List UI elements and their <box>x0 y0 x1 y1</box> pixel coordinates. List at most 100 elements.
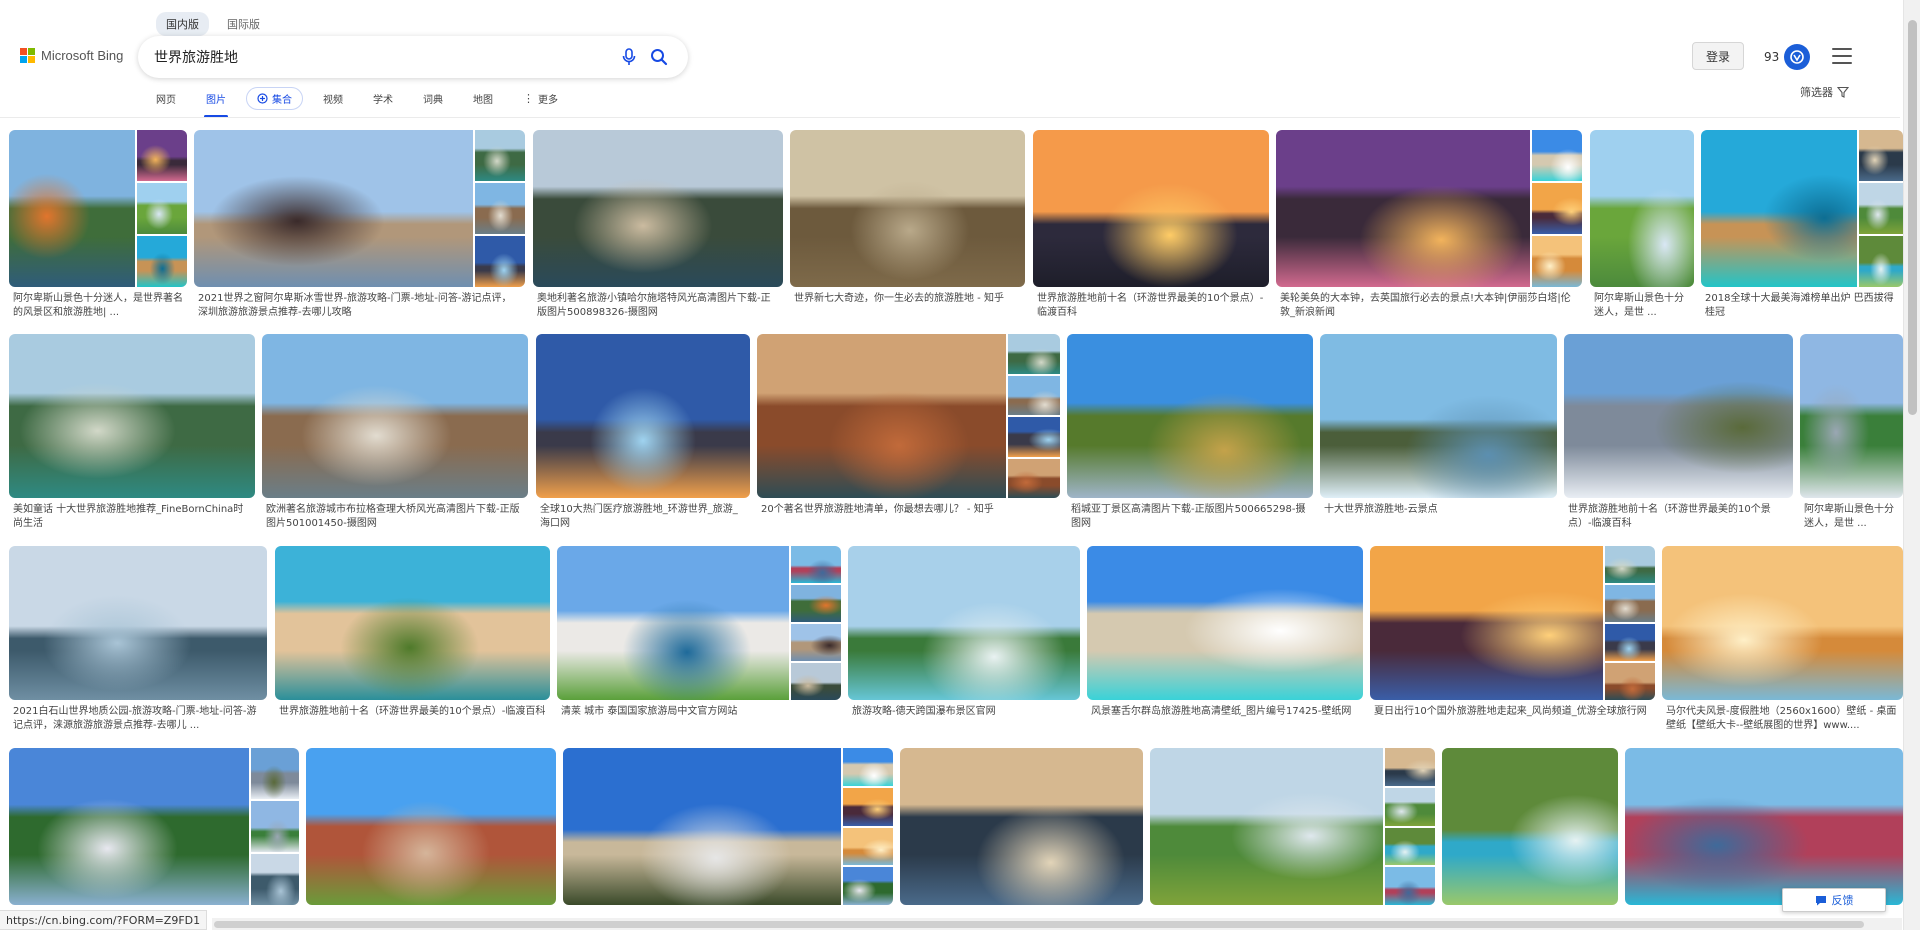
image-result[interactable]: 2021白石山世界地质公园-旅游攻略-门票-地址-问答-游记点评，涞源旅游旅游景… <box>9 546 267 734</box>
image-result[interactable] <box>563 748 893 930</box>
image-result[interactable] <box>900 748 1143 930</box>
tab-images[interactable]: 图片 <box>196 87 236 118</box>
image-result-photo[interactable] <box>790 130 1025 287</box>
image-result-photo[interactable] <box>9 748 249 905</box>
tab-web[interactable]: 网页 <box>146 87 186 110</box>
image-result-photo[interactable] <box>306 748 556 905</box>
tab-videos[interactable]: 视频 <box>313 87 353 110</box>
related-thumbnail[interactable] <box>1008 458 1060 498</box>
image-result[interactable]: 世界旅游胜地前十名（环游世界最美的10个景点）-临渡百科 <box>1564 334 1793 532</box>
tab-collections[interactable]: 集合 <box>246 86 303 110</box>
image-result-photo[interactable] <box>848 546 1080 700</box>
image-result[interactable]: 美轮美奂的大本钟，去英国旅行必去的景点!大本钟|伊丽莎白塔|伦敦_新浪新闻 <box>1276 130 1582 321</box>
image-result-photo[interactable] <box>1625 748 1903 905</box>
related-thumbnail[interactable] <box>1385 867 1435 905</box>
image-result-caption[interactable]: 夏日出行10个国外旅游胜地走起来_风尚频道_优游全球旅行网 <box>1374 705 1651 719</box>
image-result[interactable] <box>1150 748 1435 930</box>
image-result[interactable]: 旅游攻略-德天跨国瀑布景区官网 <box>848 546 1080 734</box>
image-result[interactable]: 稻城亚丁景区高清图片下载-正版图片500665298-摄图网 <box>1067 334 1313 532</box>
related-thumbnail[interactable] <box>1532 236 1582 287</box>
image-result-photo[interactable] <box>757 334 1006 498</box>
bing-logo[interactable]: Microsoft Bing <box>20 48 123 63</box>
related-thumbnail[interactable] <box>1605 624 1655 661</box>
related-thumbnail[interactable] <box>1008 334 1060 374</box>
image-result-caption[interactable]: 美如童话 十大世界旅游胜地推荐_FineBornChina时尚生活 <box>13 503 251 531</box>
filter-button[interactable]: 筛选器 <box>1800 84 1849 100</box>
image-result-caption[interactable]: 20个著名世界旅游胜地清单，你最想去哪儿？ - 知乎 <box>761 503 1056 517</box>
signin-button[interactable]: 登录 <box>1692 42 1744 70</box>
image-result-photo[interactable] <box>1800 334 1903 498</box>
image-result-caption[interactable]: 世界旅游胜地前十名（环游世界最美的10个景点）-临渡百科 <box>1568 503 1789 531</box>
microphone-icon[interactable] <box>614 42 644 72</box>
related-thumbnail[interactable] <box>1385 748 1435 786</box>
related-thumbnail[interactable] <box>1385 827 1435 866</box>
image-result[interactable]: 夏日出行10个国外旅游胜地走起来_风尚频道_优游全球旅行网 <box>1370 546 1655 734</box>
image-result-caption[interactable]: 欧洲著名旅游城市布拉格查理大桥风光高清图片下载-正版图片501001450-摄图… <box>266 503 524 531</box>
image-result-photo[interactable] <box>557 546 789 700</box>
related-thumbnail[interactable] <box>475 130 525 181</box>
image-result[interactable] <box>9 748 299 930</box>
image-result-photo[interactable] <box>900 748 1143 905</box>
image-result-caption[interactable]: 2021白石山世界地质公园-旅游攻略-门票-地址-问答-游记点评，涞源旅游旅游景… <box>13 705 263 733</box>
image-result-photo[interactable] <box>536 334 750 498</box>
related-thumbnail[interactable] <box>843 867 893 905</box>
vertical-scrollbar[interactable] <box>1903 0 1920 930</box>
image-result-caption[interactable]: 十大世界旅游胜地-云景点 <box>1324 503 1553 517</box>
image-result-caption[interactable]: 世界新七大奇迹，你一生必去的旅游胜地 - 知乎 <box>794 292 1021 306</box>
image-result-photo[interactable] <box>262 334 528 498</box>
image-result[interactable]: 阿尔卑斯山景色十分迷人，是世 ... <box>1590 130 1694 321</box>
related-thumbnail[interactable] <box>251 748 299 799</box>
search-icon[interactable] <box>644 42 674 72</box>
vertical-scrollbar-thumb[interactable] <box>1908 20 1917 415</box>
image-result-photo[interactable] <box>1701 130 1857 287</box>
tab-academic[interactable]: 学术 <box>363 87 403 110</box>
image-result-photo[interactable] <box>194 130 473 287</box>
image-result-caption[interactable]: 全球10大热门医疗旅游胜地_环游世界_旅游_海口网 <box>540 503 746 531</box>
image-result-caption[interactable]: 世界旅游胜地前十名（环游世界最美的10个景点）-临渡百科 <box>1037 292 1265 320</box>
tab-dictionary[interactable]: 词典 <box>413 87 453 110</box>
image-result[interactable]: 奥地利著名旅游小镇哈尔施塔特风光高清图片下载-正版图片500898326-摄图网 <box>533 130 783 321</box>
related-thumbnail[interactable] <box>1605 663 1655 700</box>
image-result-photo[interactable] <box>1087 546 1363 700</box>
image-result[interactable]: 2018全球十大最美海滩榜单出炉 巴西拔得桂冠 <box>1701 130 1903 321</box>
image-result-photo[interactable] <box>9 334 255 498</box>
related-thumbnail[interactable] <box>1008 375 1060 415</box>
related-thumbnail[interactable] <box>137 130 187 181</box>
image-result-photo[interactable] <box>1276 130 1530 287</box>
related-thumbnail[interactable] <box>791 585 841 622</box>
region-tab-domestic[interactable]: 国内版 <box>156 12 209 36</box>
image-result[interactable]: 全球10大热门医疗旅游胜地_环游世界_旅游_海口网 <box>536 334 750 532</box>
image-result-photo[interactable] <box>9 546 267 700</box>
image-result-caption[interactable]: 奥地利著名旅游小镇哈尔施塔特风光高清图片下载-正版图片500898326-摄图网 <box>537 292 779 320</box>
rewards-icon[interactable] <box>1784 44 1810 70</box>
related-thumbnail[interactable] <box>137 236 187 287</box>
related-thumbnail[interactable] <box>1859 236 1903 287</box>
image-result-caption[interactable]: 阿尔卑斯山景色十分迷人，是世界著名的风景区和旅游胜地| ... <box>13 292 183 320</box>
related-thumbnail[interactable] <box>475 183 525 234</box>
image-result[interactable]: 马尔代夫风景-度假胜地（2560x1600）壁纸 - 桌面壁纸【壁纸大卡--壁纸… <box>1662 546 1903 734</box>
image-result-photo[interactable] <box>1662 546 1903 700</box>
image-result[interactable]: 欧洲著名旅游城市布拉格查理大桥风光高清图片下载-正版图片501001450-摄图… <box>262 334 528 532</box>
tab-maps[interactable]: 地图 <box>463 87 503 110</box>
related-thumbnail[interactable] <box>791 624 841 661</box>
image-result-caption[interactable]: 马尔代夫风景-度假胜地（2560x1600）壁纸 - 桌面壁纸【壁纸大卡--壁纸… <box>1666 705 1899 733</box>
image-result-caption[interactable]: 旅游攻略-德天跨国瀑布景区官网 <box>852 705 1076 719</box>
image-result[interactable] <box>306 748 556 930</box>
image-result[interactable]: 2021世界之窗阿尔卑斯冰雪世界-旅游攻略-门票-地址-问答-游记点评，深圳旅游… <box>194 130 525 321</box>
image-result[interactable]: 20个著名世界旅游胜地清单，你最想去哪儿？ - 知乎 <box>757 334 1060 532</box>
image-result-photo[interactable] <box>1150 748 1383 905</box>
image-result-caption[interactable]: 稻城亚丁景区高清图片下载-正版图片500665298-摄图网 <box>1071 503 1309 531</box>
related-thumbnail[interactable] <box>1859 183 1903 234</box>
image-result-caption[interactable]: 阿尔卑斯山景色十分迷人，是世 ... <box>1594 292 1690 320</box>
related-thumbnail[interactable] <box>251 854 299 905</box>
related-thumbnail[interactable] <box>1385 787 1435 826</box>
related-thumbnail[interactable] <box>791 663 841 700</box>
image-result-caption[interactable]: 世界旅游胜地前十名（环游世界最美的10个景点）-临渡百科 <box>279 705 546 719</box>
image-result-photo[interactable] <box>1033 130 1269 287</box>
related-thumbnail[interactable] <box>1008 417 1060 457</box>
hamburger-menu-icon[interactable] <box>1832 48 1852 64</box>
image-result-photo[interactable] <box>9 130 135 287</box>
related-thumbnail[interactable] <box>1532 183 1582 234</box>
image-result-photo[interactable] <box>533 130 783 287</box>
image-result-photo[interactable] <box>563 748 841 905</box>
